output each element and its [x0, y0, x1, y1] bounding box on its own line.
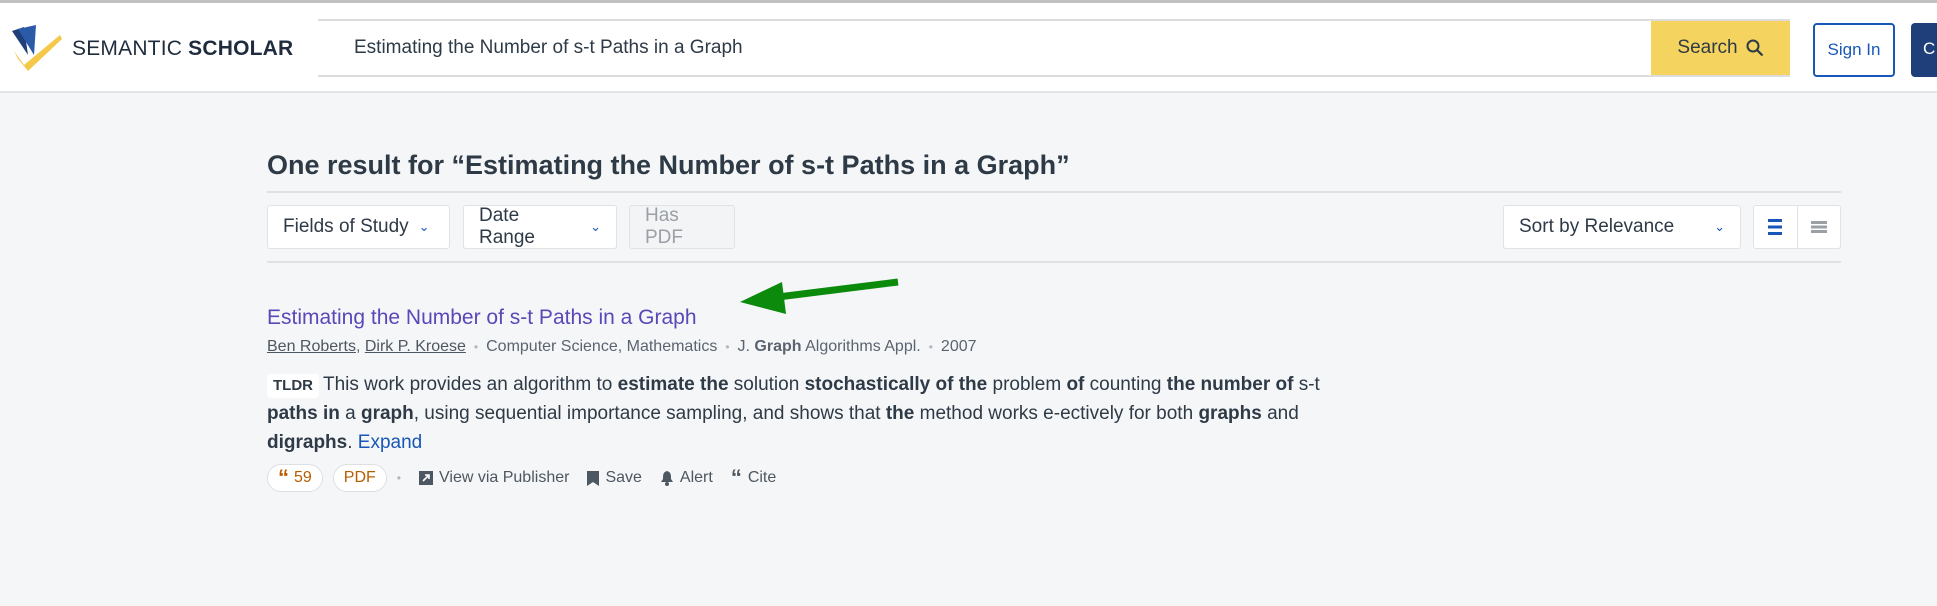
tldr-segment: problem	[987, 374, 1067, 395]
divider	[267, 261, 1841, 263]
tldr-segment: method works e-ectively for both	[914, 403, 1199, 424]
action-label: Cite	[747, 469, 777, 486]
paper-actions: “59 PDF • View via Publisher Save Alert …	[267, 464, 776, 492]
action-label: Alert	[679, 469, 713, 486]
paper-meta: Ben Roberts, Dirk P. Kroese • Computer S…	[267, 338, 977, 355]
date-range-filter[interactable]: Date Range ⌄	[463, 205, 617, 249]
author-link[interactable]: Ben Roberts	[267, 338, 356, 355]
action-label: Save	[605, 469, 642, 486]
tldr-segment: , using sequential importance sampling, …	[413, 403, 886, 424]
citations-button[interactable]: “ 59	[267, 464, 323, 492]
paper-venue: J. Graph Algorithms Appl.	[737, 338, 921, 355]
filter-label: Has PDF	[645, 205, 683, 248]
tldr-segment: of the	[935, 374, 988, 395]
logo-text: SEMANTIC SCHOLAR	[72, 37, 294, 60]
has-pdf-filter[interactable]: Has PDF	[629, 205, 735, 249]
view-via-publisher-button[interactable]: View via Publisher	[419, 469, 569, 487]
chevron-down-icon: ⌄	[1714, 219, 1725, 234]
tldr-segment: the	[700, 374, 729, 395]
filter-label: Fields of Study	[283, 216, 409, 237]
tldr-segment: digraphs	[267, 432, 348, 453]
fields-of-study-filter[interactable]: Fields of Study ⌄	[267, 205, 450, 249]
external-link-icon	[419, 471, 433, 485]
tldr-segment: counting	[1084, 374, 1167, 395]
search-input[interactable]	[318, 21, 1648, 75]
tldr-segment: This work provides an algorithm to	[323, 374, 618, 395]
logo[interactable]: SEMANTIC SCHOLAR	[10, 25, 293, 73]
action-label: View via Publisher	[439, 469, 570, 486]
separator: •	[928, 340, 933, 354]
list-view-button[interactable]	[1754, 206, 1797, 248]
tldr-segment: solution	[728, 374, 805, 395]
tldr-segment: s-t	[1293, 374, 1320, 395]
search-icon	[1746, 39, 1763, 57]
header: SEMANTIC SCHOLAR Search Sign In C	[0, 3, 1937, 93]
view-toggle	[1753, 205, 1841, 249]
create-account-button[interactable]: C	[1911, 23, 1937, 77]
alert-button[interactable]: Alert	[660, 469, 713, 487]
search-bar: Search	[318, 19, 1790, 77]
tldr-text: TLDR This work provides an algorithm to e…	[267, 370, 1327, 457]
tldr-segment: the	[885, 403, 915, 424]
paper-year: 2007	[940, 338, 977, 355]
semantic-scholar-logo-icon	[12, 25, 62, 71]
tldr-segment: graph	[360, 403, 414, 424]
tldr-segment: a	[339, 403, 361, 424]
cite-button[interactable]: “ Cite	[731, 467, 776, 489]
tldr-segment: estimate	[617, 374, 695, 395]
divider	[267, 191, 1841, 193]
compact-view-icon	[1810, 221, 1827, 233]
tldr-segment: and	[1261, 403, 1299, 424]
quote-icon: “	[730, 465, 742, 490]
separator: •	[473, 340, 479, 354]
pdf-button[interactable]: PDF	[332, 464, 387, 492]
citation-count: 59	[294, 469, 312, 486]
sort-label: Sort by Relevance	[1519, 216, 1675, 237]
save-button[interactable]: Save	[587, 469, 642, 487]
bookmark-icon	[587, 470, 600, 486]
results-heading: One result for “Estimating the Number of…	[267, 150, 1070, 180]
paper-fields: Computer Science, Mathematics	[486, 338, 718, 355]
chevron-down-icon: ⌄	[418, 219, 430, 234]
tldr-segment: .	[347, 432, 358, 453]
chevron-down-icon: ⌄	[590, 219, 601, 234]
sort-select[interactable]: Sort by Relevance ⌄	[1503, 205, 1741, 249]
list-view-icon	[1768, 219, 1783, 235]
tldr-segment: stochastically	[804, 374, 931, 395]
paper-title-link[interactable]: Estimating the Number of s-t Paths in a …	[267, 306, 697, 330]
expand-link[interactable]: Expand	[358, 432, 422, 453]
compact-view-button[interactable]	[1796, 206, 1841, 248]
tldr-segment: of	[1066, 374, 1085, 395]
quote-icon: “	[278, 465, 289, 490]
tldr-badge: TLDR	[267, 374, 319, 398]
author-link[interactable]: Dirk P. Kroese	[365, 338, 466, 355]
bell-icon	[660, 470, 673, 486]
tldr-body: This work provides an algorithm to estim…	[267, 374, 1320, 453]
tldr-segment: the number of	[1166, 374, 1294, 395]
filter-label: Date Range	[479, 205, 535, 248]
search-button[interactable]: Search	[1651, 21, 1790, 75]
search-button-label: Search	[1677, 37, 1738, 58]
tldr-segment: graphs	[1198, 403, 1262, 424]
separator: •	[725, 340, 730, 354]
tldr-segment: paths in	[267, 403, 340, 424]
separator: •	[396, 471, 401, 485]
sign-in-button[interactable]: Sign In	[1813, 23, 1895, 77]
pdf-label: PDF	[343, 469, 376, 486]
